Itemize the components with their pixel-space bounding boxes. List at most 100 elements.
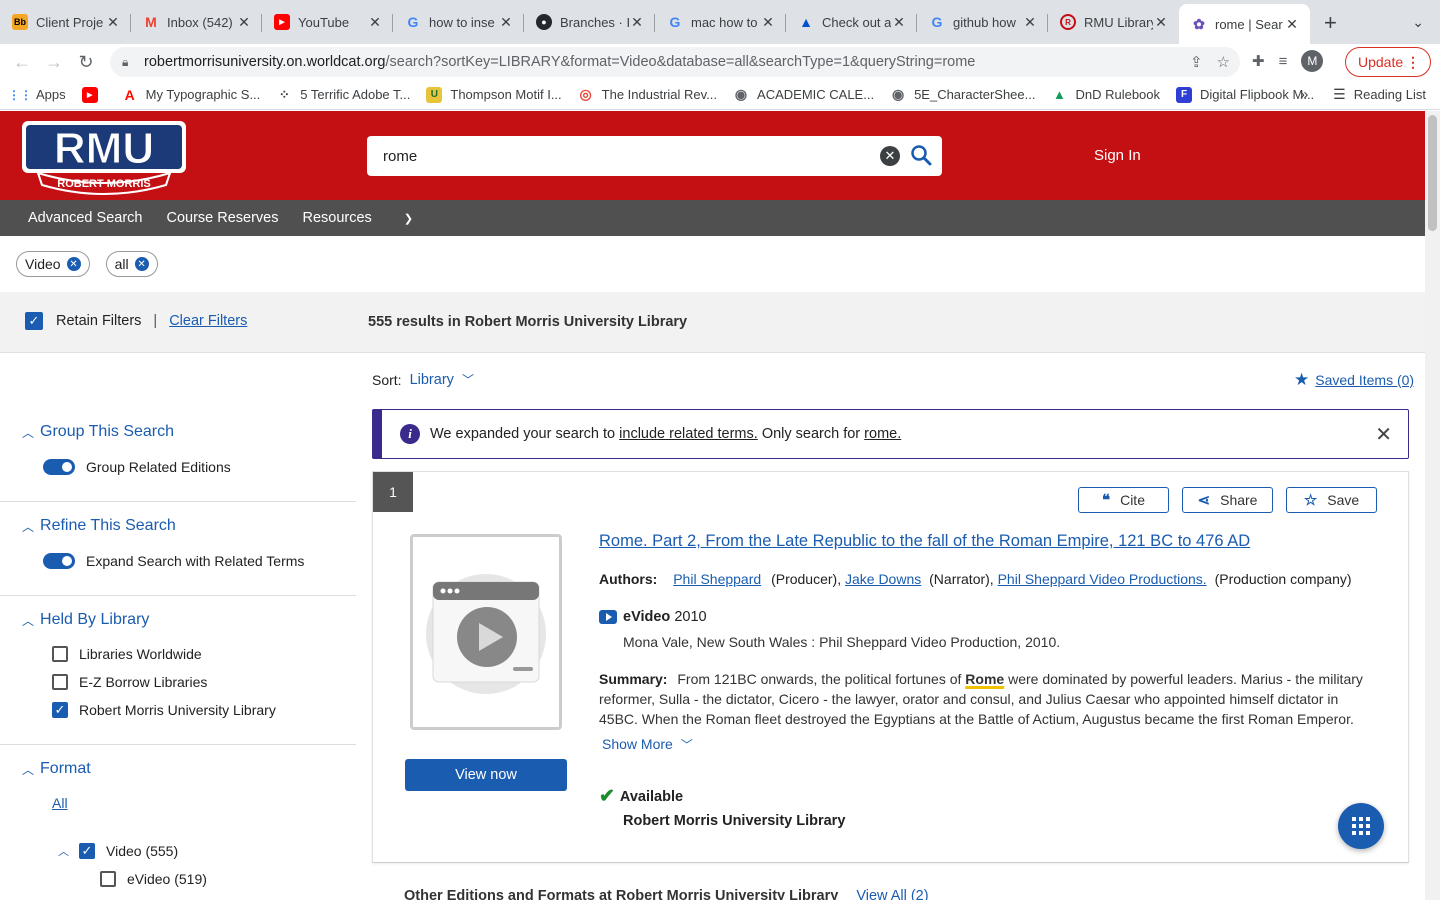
close-tab-icon[interactable]: ✕ [498,14,514,31]
address-bar[interactable]: 🔒︎ robertmorrisuniversity.on.worldcat.or… [110,47,1240,77]
reading-list[interactable]: ☰ Reading List [1333,86,1426,103]
bookmark-item[interactable]: ◉ 5E_CharacterShee... [890,86,1036,103]
close-tab-icon[interactable]: ✕ [236,14,252,31]
only-search-link[interactable]: rome. [864,426,901,442]
media-control-icon[interactable]: ≡ [1279,53,1288,70]
author-link[interactable]: Phil Sheppard Video Productions. [998,571,1207,587]
checkbox-checked[interactable]: ✓ [79,843,95,859]
held-by-heading[interactable]: ︿ Held By Library [22,611,149,629]
clear-filters-link[interactable]: Clear Filters [169,313,247,329]
url-path: /search?sortKey=LIBRARY&format=Video&dat… [385,54,976,70]
bookmarks-overflow-icon[interactable]: » [1300,86,1308,103]
group-search-heading[interactable]: ︿ Group This Search [22,423,174,441]
authors-line: Authors: Phil Sheppard (Producer), Jake … [599,571,1352,587]
remove-chip-icon[interactable]: ✕ [134,257,149,271]
close-tab-icon[interactable]: ✕ [105,14,121,31]
menu-dots-icon[interactable]: ⋮ [1406,54,1420,71]
held-by-option[interactable]: E-Z Borrow Libraries [52,674,207,690]
include-related-terms-link[interactable]: include related terms. [619,426,758,442]
browser-tab[interactable]: R RMU Library ✕ [1048,4,1179,40]
checkbox[interactable] [52,646,68,662]
bookmark-item[interactable]: A My Typographic S... [122,87,261,103]
scrollbar-thumb[interactable] [1428,115,1437,231]
retain-filters-checkbox[interactable]: ✓ [25,312,43,330]
saved-items-link[interactable]: Saved Items (0) [1315,372,1414,388]
close-tab-icon[interactable]: ✕ [1022,14,1038,31]
close-tab-icon[interactable]: ✕ [1153,14,1169,31]
search-input[interactable]: rome ✕ [367,136,942,176]
search-icon[interactable] [910,144,932,166]
group-editions-toggle[interactable] [43,459,75,475]
extensions-puzzle-icon[interactable]: ✚ [1252,52,1265,70]
bookmark-item[interactable]: U Thompson Motif I... [426,86,562,103]
checkbox-checked[interactable]: ✓ [52,702,68,718]
new-tab-icon[interactable]: + [1324,10,1337,36]
browser-tab[interactable]: ▲ Check out a ✕ [786,4,917,40]
bookmark-star-icon[interactable]: ☆ [1217,53,1230,71]
share-page-icon[interactable]: ⇪ [1190,53,1203,71]
checkbox[interactable] [100,871,116,887]
view-all-link[interactable]: View All (2) [856,888,928,900]
update-button[interactable]: Update ⋮ [1345,47,1431,77]
bookmark-apps[interactable]: ⋮⋮ Apps [8,87,66,103]
video-thumbnail[interactable] [410,534,562,730]
cite-button[interactable]: ❝ Cite [1078,487,1169,513]
browser-tab[interactable]: ▶ YouTube ✕ [262,4,393,40]
format-evideo-option[interactable]: eVideo (519) [100,871,207,887]
view-now-button[interactable]: View now [405,759,567,791]
sort-dropdown[interactable]: Library ﹀ [410,371,474,388]
course-reserves-link[interactable]: Course Reserves [166,210,278,226]
checkbox[interactable] [52,674,68,690]
close-tab-icon[interactable]: ✕ [891,14,907,31]
bookmark-item[interactable]: ◉ ACADEMIC CALE... [733,86,874,103]
bookmark-item[interactable]: F Digital Flipbook M... [1176,86,1314,103]
tab-search-chevron-icon[interactable]: ⌄ [1412,14,1424,31]
show-more-link[interactable]: Show More ﹀ [602,736,693,753]
close-tab-icon[interactable]: ✕ [1284,16,1300,33]
bookmark-item[interactable]: ⁘ 5 Terrific Adobe T... [276,87,411,103]
format-heading[interactable]: ︿ Format [22,760,91,778]
rmu-logo[interactable]: RMU ROBERT MORRIS [20,117,188,195]
bookmark-youtube[interactable]: ▶ [81,86,106,103]
filter-chip-all[interactable]: all ✕ [105,251,158,277]
back-arrow-icon[interactable]: ← [6,52,38,73]
advanced-search-link[interactable]: Advanced Search [28,210,142,226]
sign-in-link[interactable]: Sign In [1094,147,1141,164]
filter-chip-video[interactable]: Video ✕ [16,251,90,277]
share-button[interactable]: ⋖ Share [1182,487,1273,513]
browser-tab[interactable]: Bb Client Proje ✕ [0,4,131,40]
bookmark-item[interactable]: ◎ The Industrial Rev... [578,86,717,103]
browser-tab[interactable]: M Inbox (542) ✕ [131,4,262,40]
saved-items[interactable]: ★ Saved Items (0) [1294,370,1414,390]
held-by-option[interactable]: Libraries Worldwide [52,646,202,662]
close-notice-icon[interactable]: ✕ [1375,422,1392,447]
forward-arrow-icon[interactable]: → [38,52,70,73]
refine-search-heading[interactable]: ︿ Refine This Search [22,517,176,535]
browser-tab[interactable]: G how to inse ✕ [393,4,524,40]
save-button[interactable]: ☆ Save [1286,487,1377,513]
format-video-option[interactable]: ︿ ✓ Video (555) [58,843,178,859]
resources-menu[interactable]: Resources ❯ [302,210,437,226]
apps-grid-button[interactable] [1338,803,1384,849]
format-all-link[interactable]: All [52,795,68,811]
remove-chip-icon[interactable]: ✕ [66,257,81,271]
close-tab-icon[interactable]: ✕ [367,14,383,31]
toggle-label: Expand Search with Related Terms [86,553,305,569]
browser-tab[interactable]: G github how ✕ [917,4,1048,40]
browser-tab-active[interactable]: ✿ rome | Sear ✕ [1179,4,1310,44]
held-by-option[interactable]: ✓ Robert Morris University Library [52,702,276,718]
expand-terms-toggle[interactable] [43,553,75,569]
page-scrollbar[interactable] [1425,111,1440,900]
close-tab-icon[interactable]: ✕ [629,14,645,31]
chevron-up-icon[interactable]: ︿ [58,843,69,859]
result-title-link[interactable]: Rome. Part 2, From the Late Republic to … [599,532,1250,551]
author-link[interactable]: Jake Downs [845,571,921,587]
reload-icon[interactable]: ↻ [70,52,102,73]
browser-tab[interactable]: G mac how to ✕ [655,4,786,40]
close-tab-icon[interactable]: ✕ [760,14,776,31]
browser-tab[interactable]: ● Branches · I ✕ [524,4,655,40]
bookmark-item[interactable]: ▲ DnD Rulebook [1051,87,1160,103]
clear-search-icon[interactable]: ✕ [880,146,900,166]
author-link[interactable]: Phil Sheppard [673,571,761,587]
profile-avatar[interactable]: M [1301,50,1324,72]
